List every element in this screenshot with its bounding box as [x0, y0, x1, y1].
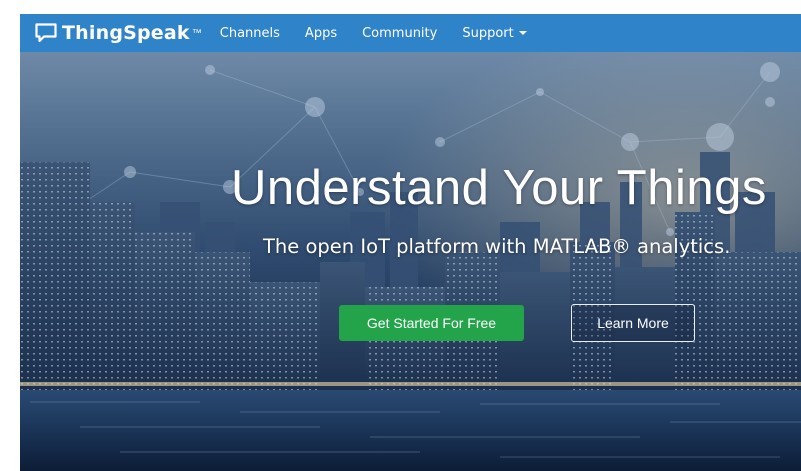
hero-section: Understand Your Things The open IoT plat… — [20, 52, 801, 471]
brand-logo[interactable]: ThingSpeak ™ — [34, 22, 202, 44]
nav-item-support[interactable]: Support — [462, 25, 527, 41]
nav-item-label: Channels — [219, 25, 280, 41]
hero-background-image — [20, 52, 801, 471]
nav-item-apps[interactable]: Apps — [305, 26, 337, 41]
nav-links: Channels Apps Community Support — [220, 26, 552, 41]
brand-name: ThingSpeak — [62, 22, 190, 44]
get-started-button[interactable]: Get Started For Free — [339, 305, 524, 341]
nav-item-label: Support — [462, 25, 514, 41]
caret-down-icon — [518, 31, 527, 35]
top-navbar: ThingSpeak ™ Channels Apps Community Sup… — [20, 14, 801, 52]
nav-item-label: Apps — [304, 25, 338, 41]
learn-more-button[interactable]: Learn More — [571, 304, 695, 342]
chat-bubble-icon — [34, 22, 58, 44]
nav-item-channels[interactable]: Channels — [220, 26, 280, 41]
brand-trademark: ™ — [191, 27, 202, 39]
nav-item-community[interactable]: Community — [362, 26, 437, 41]
nav-item-label: Community — [362, 25, 438, 41]
hero-subtitle: The open IoT platform with MATLAB® analy… — [263, 235, 731, 258]
hero-title: Understand Your Things — [231, 161, 767, 215]
